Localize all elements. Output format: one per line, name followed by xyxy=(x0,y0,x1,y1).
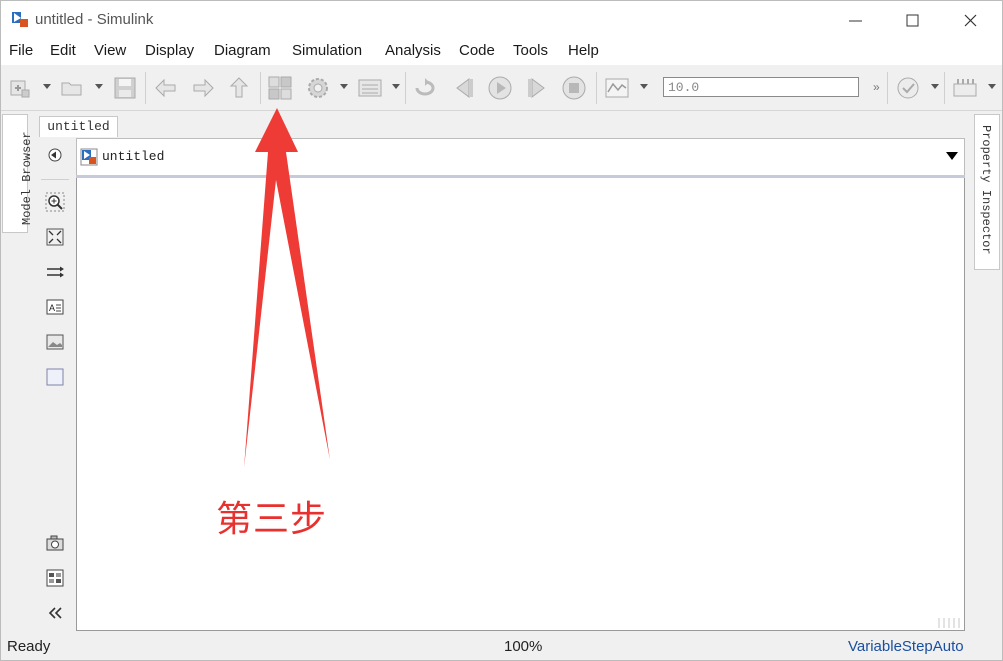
zoom-level: 100% xyxy=(504,638,543,655)
document-tab[interactable]: untitled xyxy=(39,116,118,137)
menu-display[interactable]: Display xyxy=(145,42,194,59)
open-dropdown[interactable] xyxy=(95,84,103,89)
stop-icon[interactable] xyxy=(561,75,587,101)
status-text: Ready xyxy=(7,638,51,655)
menu-simulation[interactable]: Simulation xyxy=(292,42,362,59)
explorer-dropdown-icon[interactable] xyxy=(946,152,958,160)
back-icon[interactable] xyxy=(153,75,179,101)
model-settings-icon[interactable] xyxy=(305,75,331,101)
close-icon xyxy=(964,14,976,26)
toolbar-separator xyxy=(596,72,597,104)
collapse-palette-icon[interactable] xyxy=(45,603,65,623)
toolbar-separator xyxy=(145,72,146,104)
resize-grip[interactable] xyxy=(938,618,962,628)
menu-code[interactable]: Code xyxy=(459,42,495,59)
menu-view[interactable]: View xyxy=(94,42,126,59)
area-icon[interactable] xyxy=(45,367,65,387)
maximize-button[interactable] xyxy=(884,1,940,39)
zoom-icon[interactable] xyxy=(45,192,65,212)
tool-palette: A xyxy=(37,137,74,631)
build-dropdown[interactable] xyxy=(988,84,996,89)
step-forward-icon[interactable] xyxy=(524,75,550,101)
maximize-icon xyxy=(906,14,918,26)
new-model-icon[interactable] xyxy=(7,75,33,101)
close-button[interactable] xyxy=(942,1,998,39)
model-explorer-icon[interactable] xyxy=(357,75,383,101)
image-icon[interactable] xyxy=(45,332,65,352)
explorer-path[interactable]: untitled xyxy=(102,149,164,164)
menu-file[interactable]: File xyxy=(9,42,33,59)
model-browser-label: Model Browser xyxy=(20,131,34,225)
forward-icon[interactable] xyxy=(190,75,216,101)
toolbar-separator xyxy=(260,72,261,104)
model-data-icon[interactable] xyxy=(45,568,65,588)
open-icon[interactable] xyxy=(59,75,85,101)
library-browser-icon[interactable] xyxy=(267,75,293,101)
annotation-label: 第三步 xyxy=(216,499,328,540)
scope-icon[interactable] xyxy=(604,75,630,101)
menu-diagram[interactable]: Diagram xyxy=(214,42,271,59)
model-explorer-dropdown[interactable] xyxy=(392,84,400,89)
check-icon[interactable] xyxy=(895,75,921,101)
toolbar-separator xyxy=(944,72,945,104)
model-icon xyxy=(80,148,98,166)
menu-edit[interactable]: Edit xyxy=(50,42,76,59)
title-bar: untitled - Simulink xyxy=(1,1,1002,39)
hide-explorer-icon[interactable] xyxy=(45,145,65,165)
up-icon[interactable] xyxy=(226,75,252,101)
solver-link[interactable]: VariableStepAuto xyxy=(848,638,964,655)
explorer-bar[interactable]: untitled xyxy=(76,138,965,176)
menu-bar: File Edit View Display Diagram Simulatio… xyxy=(1,39,1002,65)
menu-help[interactable]: Help xyxy=(568,42,599,59)
menu-tools[interactable]: Tools xyxy=(513,42,548,59)
route-lines-icon[interactable] xyxy=(45,262,65,282)
status-bar: Ready 100% VariableStepAuto xyxy=(1,634,1002,660)
snapshot-camera-icon[interactable] xyxy=(45,533,65,553)
simulink-app-icon xyxy=(12,12,28,27)
scope-dropdown[interactable] xyxy=(640,84,648,89)
fit-to-view-icon[interactable] xyxy=(45,227,65,247)
svg-text:A: A xyxy=(49,303,55,313)
model-canvas[interactable] xyxy=(76,178,965,631)
stop-time-input[interactable]: 10.0 xyxy=(663,77,859,97)
palette-separator xyxy=(41,179,69,180)
annotation-icon[interactable]: A xyxy=(45,297,65,317)
run-icon[interactable] xyxy=(487,75,513,101)
toolbar-separator xyxy=(405,72,406,104)
step-back-loop-icon[interactable] xyxy=(413,75,439,101)
property-inspector-tab[interactable]: Property Inspector xyxy=(974,114,1000,270)
build-icon[interactable] xyxy=(952,75,978,101)
toolbar-overflow-button[interactable]: » xyxy=(873,80,880,94)
window-title: untitled - Simulink xyxy=(35,11,154,28)
model-settings-dropdown[interactable] xyxy=(340,84,348,89)
check-dropdown[interactable] xyxy=(931,84,939,89)
toolbar-separator xyxy=(887,72,888,104)
property-inspector-label: Property Inspector xyxy=(979,125,993,255)
simulink-window: untitled - Simulink File Edit View Displ… xyxy=(0,0,1003,661)
new-model-dropdown[interactable] xyxy=(43,84,51,89)
model-browser-tab[interactable]: Model Browser xyxy=(2,114,34,233)
minimize-button[interactable] xyxy=(827,1,883,39)
toolbar: 10.0 » xyxy=(1,66,1002,111)
menu-analysis[interactable]: Analysis xyxy=(385,42,441,59)
step-back-icon[interactable] xyxy=(451,75,477,101)
minimize-icon xyxy=(848,20,862,21)
save-icon[interactable] xyxy=(112,75,138,101)
